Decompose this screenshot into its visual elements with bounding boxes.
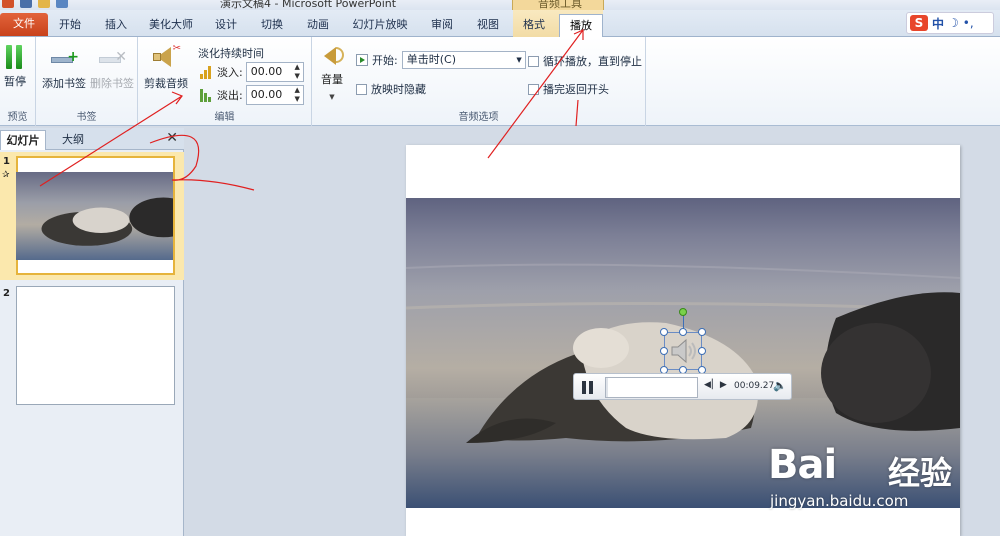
start-select[interactable]: 单击时(C) ▼	[401, 51, 526, 69]
hide-during-show-option[interactable]: 放映时隐藏	[356, 81, 426, 97]
group-label-audio-options: 音频选项	[458, 112, 499, 123]
baidu-url: jingyan.baidu.com	[770, 492, 909, 510]
resize-handle[interactable]	[660, 328, 668, 336]
remove-bookmark-icon: ✕	[97, 49, 127, 71]
moon-icon[interactable]: ☽	[948, 16, 959, 30]
thumbnail-photo	[16, 172, 173, 260]
baidu-watermark: Bai 经验 jingyan.baidu.com	[768, 430, 1000, 536]
tab-outline[interactable]: 大纲	[50, 130, 96, 150]
pause-icon[interactable]	[582, 381, 594, 394]
rewind-checkbox[interactable]	[528, 83, 539, 95]
audio-player-bar: ◀▏▶ 00:09.27 🔈	[573, 373, 792, 400]
pause-icon	[6, 45, 24, 69]
trim-audio-button[interactable]: ✂ 剪裁音频	[144, 41, 188, 91]
start-play-icon	[356, 54, 368, 66]
tab-beautify[interactable]: 美化大师	[142, 14, 200, 37]
save-icon[interactable]	[20, 0, 32, 8]
fade-in-icon	[200, 65, 214, 79]
audio-timeline[interactable]	[605, 377, 698, 398]
app-icon[interactable]	[2, 0, 14, 8]
fade-out-row: 淡出: 00.00 ▲ ▼	[200, 85, 304, 105]
trim-audio-icon: ✂	[151, 43, 181, 71]
seek-buttons[interactable]: ◀▏▶	[704, 380, 728, 390]
add-bookmark-button[interactable]: + 添加书签	[42, 41, 86, 91]
slide-thumb-2[interactable]: 2	[0, 284, 184, 410]
spinner-arrows-icon[interactable]: ▲ ▼	[293, 86, 302, 104]
group-preview: 暂停 预览	[0, 37, 36, 126]
loop-option[interactable]: 循环播放，直到停止	[528, 53, 642, 69]
resize-handle[interactable]	[679, 328, 687, 336]
tab-slides[interactable]: 幻灯片	[0, 130, 46, 150]
audio-time: 00:09.27	[734, 381, 775, 391]
tab-design[interactable]: 设计	[208, 14, 244, 37]
group-label-preview: 预览	[7, 112, 28, 123]
ime-mode[interactable]: 中	[932, 15, 944, 32]
baidu-jingyan-text: 经验	[888, 454, 953, 492]
pane-tabs: 幻灯片 大纲 ✕	[0, 128, 184, 150]
tab-review[interactable]: 审阅	[424, 14, 460, 37]
tab-transitions[interactable]: 切换	[254, 14, 290, 37]
remove-bookmark-button[interactable]: ✕ 删除书签	[90, 41, 134, 91]
punct-icon[interactable]: •,	[963, 16, 974, 30]
hide-during-show-checkbox[interactable]	[356, 83, 367, 95]
tab-view[interactable]: 视图	[470, 14, 506, 37]
tab-animations[interactable]: 动画	[300, 14, 336, 37]
group-label-bookmarks: 书签	[76, 112, 97, 123]
sogou-icon: S	[910, 15, 928, 31]
volume-icon	[320, 41, 344, 69]
undo-icon[interactable]	[56, 0, 68, 8]
tab-slideshow[interactable]: 幻灯片放映	[344, 14, 416, 37]
ribbon-playback: 暂停 预览 + 添加书签 ✕ 删除书签 书签 ✂ 剪裁音频 编辑 淡化持续时间 …	[0, 37, 1000, 126]
group-bookmarks: + 添加书签 ✕ 删除书签 书签	[36, 37, 138, 126]
chevron-down-icon: ▼	[516, 56, 522, 64]
slide-thumbnail[interactable]	[16, 286, 175, 405]
tab-playback[interactable]: 播放	[559, 14, 603, 37]
resize-handle[interactable]	[698, 347, 706, 355]
tab-insert[interactable]: 插入	[98, 14, 134, 37]
tab-format[interactable]: 格式	[516, 14, 552, 37]
spinner-arrows-icon[interactable]: ▲ ▼	[293, 63, 302, 81]
tab-file[interactable]: 文件	[0, 13, 48, 36]
start-option: 开始: 单击时(C) ▼	[356, 51, 526, 69]
fade-out-icon	[200, 88, 214, 102]
fade-in-input[interactable]: 00.00 ▲ ▼	[245, 62, 304, 82]
fade-out-input[interactable]: 00.00 ▲ ▼	[245, 85, 304, 105]
title-bar: 演示文稿4 - Microsoft PowerPoint 音频工具	[0, 0, 1000, 10]
tab-home[interactable]: 开始	[52, 14, 88, 37]
volume-button[interactable]: 音量 ▼	[320, 41, 344, 101]
window-title: 演示文稿4 - Microsoft PowerPoint	[220, 0, 397, 10]
group-label-editing: 编辑	[214, 112, 235, 123]
quick-access-toolbar	[2, 0, 68, 8]
baidu-logo: Bai	[768, 442, 837, 488]
resize-handle[interactable]	[660, 347, 668, 355]
timeline-progress	[606, 378, 608, 397]
context-tab-group: 音频工具	[512, 0, 604, 10]
ribbon-tabs: 文件 开始 插入 美化大师 设计 切换 动画 幻灯片放映 审阅 视图 格式 播放…	[0, 10, 1000, 37]
rotation-handle[interactable]	[679, 308, 687, 316]
ime-toolbar[interactable]: S 中 ☽ •,	[906, 12, 994, 34]
animation-marker-icon: ✰	[2, 170, 10, 180]
resize-handle[interactable]	[698, 328, 706, 336]
fade-in-row: 淡入: 00.00 ▲ ▼	[200, 62, 304, 82]
add-bookmark-icon: +	[49, 49, 79, 71]
chevron-down-icon: ▼	[329, 93, 335, 101]
open-icon[interactable]	[38, 0, 50, 8]
volume-icon[interactable]: 🔈	[773, 379, 787, 392]
rewind-option[interactable]: 播完返回开头	[528, 81, 609, 97]
close-icon[interactable]: ✕	[166, 130, 178, 146]
fade-duration-title: 淡化持续时间	[198, 47, 264, 60]
loop-checkbox[interactable]	[528, 55, 539, 67]
pause-button[interactable]: 暂停	[4, 39, 26, 89]
speaker-icon[interactable]	[668, 336, 698, 366]
